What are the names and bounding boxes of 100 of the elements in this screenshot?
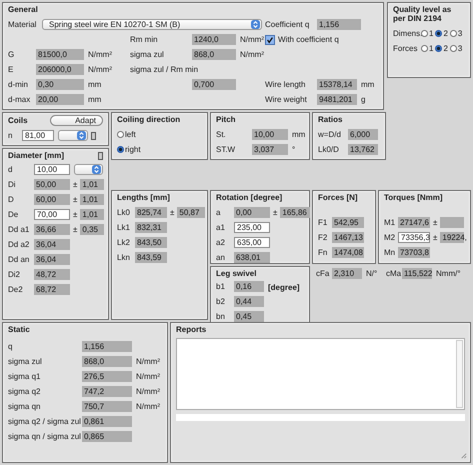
tolerance-field: 1,01 (80, 194, 104, 205)
field-label: Lk1 (117, 223, 131, 232)
square-button[interactable] (91, 132, 96, 140)
panel-title: Diameter [mm] (8, 151, 64, 160)
dropdown-arrow-icon (92, 165, 101, 174)
field-label: Lk0 (117, 208, 131, 217)
field-label: M2 (384, 233, 396, 242)
unit-label: mm (87, 95, 102, 104)
value-field: 81500,0 (36, 49, 84, 60)
panel-title: Reports (176, 325, 208, 334)
plus-minus-sign: ± (72, 225, 78, 234)
radio-label: right (125, 145, 141, 154)
panel-title: Rotation [degree] (216, 193, 284, 202)
value-field: 0,16 (234, 281, 264, 292)
field-label: De (8, 210, 20, 219)
plus-minus-sign: ± (272, 208, 278, 217)
field-label: F1 (318, 218, 328, 227)
resize-grip-icon[interactable] (460, 452, 467, 459)
value-field: 0,44 (234, 296, 264, 307)
input-field[interactable] (176, 414, 465, 421)
value-field: 60,00 (34, 194, 70, 205)
radio-button[interactable] (450, 30, 457, 37)
plus-minus-sign: ± (72, 180, 78, 189)
field-label: an (216, 253, 226, 262)
field-label: M1 (384, 218, 396, 227)
value-field: 50,00 (34, 179, 70, 190)
value-field: 1474,08 (332, 247, 364, 258)
value-field: 0,700 (192, 79, 236, 90)
unit-label: N/mm² (135, 402, 160, 411)
field-label: sigma zul / Rm min (130, 65, 198, 74)
unit-label: N/mm² (135, 387, 160, 396)
field-label: Lk2 (117, 238, 131, 247)
radio-button[interactable] (421, 30, 428, 37)
value-field: 825,74 (135, 207, 167, 218)
dropdown[interactable] (58, 130, 88, 141)
radio-button[interactable] (117, 131, 124, 138)
value-field: 3,037 (252, 144, 288, 155)
report-text-area[interactable] (176, 338, 465, 410)
field-label: G (8, 50, 16, 59)
unit-label: N/mm² (135, 357, 160, 366)
value-field: 843,50 (135, 237, 167, 248)
radio-label: 3 (458, 44, 462, 53)
plus-minus-sign: ± (169, 208, 176, 217)
radio-button[interactable] (435, 45, 442, 52)
field-label: a (216, 208, 222, 217)
input-field[interactable]: 635,00 (234, 237, 270, 248)
radio-button[interactable] (435, 30, 442, 37)
value-field: 843,59 (135, 252, 167, 263)
panel-title: Torques [Nmm] (384, 193, 444, 202)
unit-label: g (360, 95, 366, 104)
unit-label: N/mm² (239, 35, 264, 44)
tolerance-field: 1,01 (80, 209, 104, 220)
plus-minus-sign: ± (432, 233, 438, 242)
radio-label: left (125, 130, 136, 139)
adapt-button[interactable]: Adapt (50, 115, 103, 126)
field-label: b2 (216, 297, 226, 306)
tolerance-field: 50,87 (177, 207, 206, 218)
value-field: 15378,14 (317, 79, 357, 90)
scrollbar[interactable] (456, 340, 463, 408)
input-field[interactable]: 10,00 (34, 164, 70, 175)
unit-label: N/mm² (135, 372, 160, 381)
unit-label: ° (291, 145, 296, 154)
checkbox[interactable] (265, 34, 275, 44)
radio-label: 1 (429, 44, 434, 53)
panel-title: Leg swivel (216, 269, 258, 278)
input-field[interactable]: 81,00 (22, 130, 54, 141)
panel-title: Static (8, 325, 31, 334)
value-field: 73703,8 (398, 247, 430, 258)
dropdown[interactable] (74, 164, 103, 175)
field-label: a2 (216, 238, 226, 247)
radio-button[interactable] (450, 45, 457, 52)
panel-title: Ratios (318, 115, 344, 124)
radio-button[interactable] (117, 146, 124, 153)
field-label: Forces (393, 44, 418, 53)
radio-button[interactable] (421, 45, 428, 52)
unit-label: N/mm² (87, 65, 113, 74)
field-label: Di (8, 180, 17, 189)
field-label: d-min (8, 80, 30, 89)
panel-title: Forces [N] (318, 193, 359, 202)
field-label: St. (216, 130, 227, 139)
value-field: 206000,0 (36, 64, 84, 75)
field-label: ST.W (216, 145, 236, 154)
panel-title: Pitch (216, 115, 237, 124)
field-label: sigma q1 (8, 372, 42, 381)
tolerance-field: 19224, (440, 232, 464, 243)
square-button[interactable] (98, 152, 103, 160)
dropdown-arrow-icon (77, 131, 86, 140)
input-field[interactable]: 73356,3 (398, 232, 430, 243)
unit-label: N/° (365, 269, 378, 278)
field-label: sigma qn / sigma zul (8, 432, 82, 441)
field-label: a1 (216, 223, 226, 232)
value-field: 0,30 (36, 79, 84, 90)
unit-caption: [degree] (268, 283, 300, 294)
input-field[interactable]: 70,00 (34, 209, 70, 220)
value-field: 1,156 (82, 341, 132, 352)
field-label: Dimens. (393, 29, 421, 38)
plus-minus-sign: ± (432, 218, 438, 227)
input-field[interactable]: 235,00 (234, 222, 270, 233)
dropdown-arrow-icon (251, 20, 260, 29)
material-dropdown[interactable]: Spring steel wire EN 10270-1 SM (B) (42, 19, 262, 30)
